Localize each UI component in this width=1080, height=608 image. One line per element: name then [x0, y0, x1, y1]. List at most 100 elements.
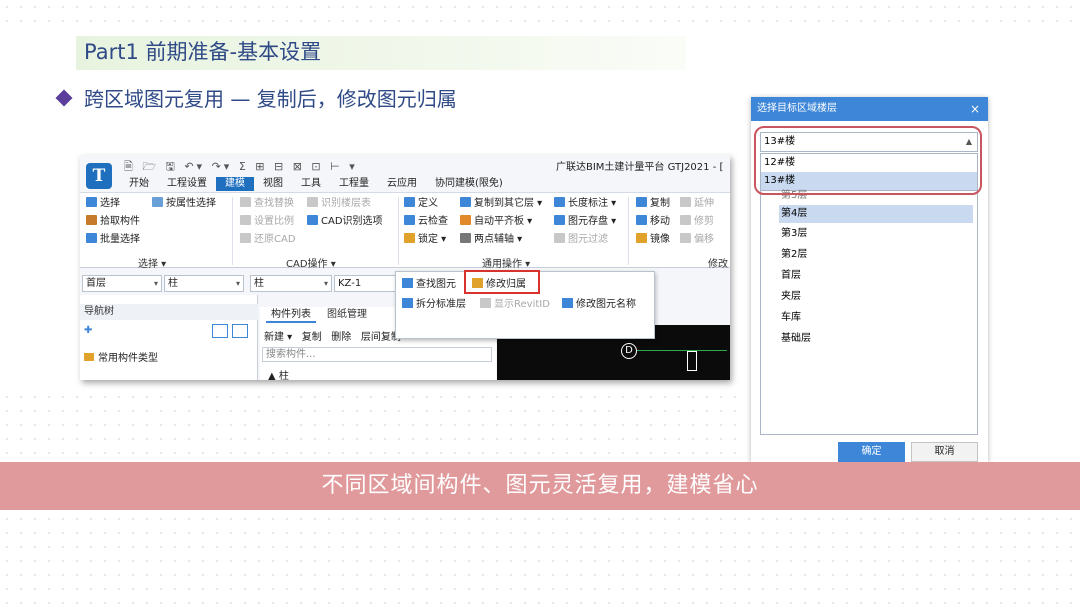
delete-button[interactable]: 删除 — [331, 332, 351, 343]
type-selector[interactable]: 柱 ▾ — [250, 275, 332, 292]
save-element-button[interactable]: 图元存盘 ▾ — [554, 215, 616, 228]
select-by-property-button[interactable]: 按属性选择 — [152, 197, 216, 210]
slide: Part1 前期准备-基本设置 跨区域图元复用 — 复制后，修改图元归属 🗎 🗁… — [0, 0, 1080, 608]
tab-drawing-management[interactable]: 图纸管理 — [322, 307, 372, 323]
ribbon-tabs: 开始 工程设置 建模 视图 工具 工程量 云应用 协同建模(限免) — [120, 177, 512, 191]
tab-project-settings[interactable]: 工程设置 — [158, 177, 216, 191]
menu-item-rename-element[interactable]: 修改图元名称 — [562, 298, 636, 311]
list-view-icon[interactable] — [212, 324, 228, 338]
revit-icon — [480, 298, 491, 308]
nav-tree-item-label: 常用构件类型 — [98, 353, 158, 364]
add-icon[interactable]: ✚ — [84, 325, 92, 336]
recognize-floor-table-label: 识别楼层表 — [321, 198, 371, 209]
cad-options-label: CAD识别选项 — [321, 216, 383, 227]
trim-icon — [680, 215, 691, 225]
menu-item-split-standard-floor[interactable]: 拆分标准层 — [402, 298, 466, 311]
tab-view[interactable]: 视图 — [254, 177, 292, 191]
general-group-label[interactable]: 通用操作 ▾ — [482, 255, 530, 270]
component-selector-value: KZ-1 — [338, 278, 362, 289]
tab-component-list[interactable]: 构件列表 — [266, 307, 316, 323]
floor-item[interactable]: 首层 — [779, 267, 973, 285]
restore-cad-label: 还原CAD — [254, 234, 296, 245]
floor-item[interactable]: 第2层 — [779, 246, 973, 264]
cad-group-label[interactable]: CAD操作 ▾ — [286, 255, 336, 270]
restore-cad-button[interactable]: 还原CAD — [240, 233, 296, 246]
category-selector-value: 柱 — [168, 278, 178, 289]
floor-item[interactable]: 车库 — [779, 309, 973, 327]
cloud-check-button[interactable]: 云检查 — [404, 215, 448, 228]
dimension-icon — [554, 197, 565, 207]
move-button[interactable]: 移动 — [636, 215, 670, 228]
filter-icon — [152, 197, 163, 207]
tab-quantity[interactable]: 工程量 — [330, 177, 378, 191]
find-icon — [240, 197, 251, 207]
floor-item-selected[interactable]: 第4层 — [779, 205, 973, 223]
mirror-label: 镜像 — [650, 234, 670, 245]
ok-button[interactable]: 确定 — [838, 442, 905, 462]
quick-access-icons[interactable]: 🗎 🗁 🖫 ↶▾ ↷▾ Σ ⊞ ⊟ ⊠ ⊡ ⊢ ▾ — [124, 158, 358, 177]
length-dimension-button[interactable]: 长度标注 ▾ — [554, 197, 616, 210]
floor-item[interactable]: 夹层 — [779, 288, 973, 306]
recognize-floor-table-button[interactable]: 识别楼层表 — [307, 197, 371, 210]
trim-button[interactable]: 修剪 — [680, 215, 714, 228]
scale-icon — [240, 215, 251, 225]
selector-bar: 首层 ▾ 柱 ▾ 柱 ▾ KZ-1 — [80, 275, 400, 293]
tab-modeling[interactable]: 建模 — [216, 177, 254, 191]
modify-group-label[interactable]: 修改 — [708, 255, 728, 270]
menu-item-find-element-label: 查找图元 — [416, 279, 456, 290]
component-search-input[interactable]: 搜索构件... — [262, 347, 492, 362]
batch-icon — [86, 233, 97, 243]
component-row[interactable]: ▲ 柱 — [268, 367, 289, 380]
select-button[interactable]: 选择 — [86, 197, 120, 210]
offset-button[interactable]: 偏移 — [680, 233, 714, 246]
auto-level-slab-button[interactable]: 自动平齐板 ▾ — [460, 215, 532, 228]
group-separator — [398, 197, 399, 265]
close-icon[interactable]: × — [970, 97, 980, 121]
nav-tree-item[interactable]: 常用构件类型 — [84, 349, 158, 364]
menu-item-show-revit-id[interactable]: 显示RevitID — [480, 298, 550, 311]
define-icon — [404, 197, 415, 207]
define-button[interactable]: 定义 — [404, 197, 438, 210]
mirror-icon — [636, 233, 647, 243]
trim-label: 修剪 — [694, 216, 714, 227]
cad-options-button[interactable]: CAD识别选项 — [307, 215, 383, 228]
new-button[interactable]: 新建 ▾ — [264, 332, 292, 343]
cancel-button[interactable]: 取消 — [911, 442, 978, 462]
length-dimension-label: 长度标注 ▾ — [568, 198, 617, 209]
app-logo-icon[interactable]: T — [86, 163, 112, 189]
menu-item-find-element[interactable]: 查找图元 — [402, 278, 456, 291]
extend-button[interactable]: 延伸 — [680, 197, 714, 210]
move-icon — [636, 215, 647, 225]
floor-selector-value: 首层 — [86, 278, 106, 289]
batch-select-button[interactable]: 批量选择 — [86, 233, 140, 246]
grid-view-icon[interactable] — [232, 324, 248, 338]
find-replace-button[interactable]: 查找替换 — [240, 197, 294, 210]
category-selector[interactable]: 柱 ▾ — [164, 275, 244, 292]
floor-item[interactable]: 基础层 — [779, 330, 973, 348]
lock-button[interactable]: 锁定 ▾ — [404, 233, 446, 246]
copy-component-button[interactable]: 复制 — [302, 332, 322, 343]
slab-icon — [460, 215, 471, 225]
restore-icon — [240, 233, 251, 243]
batch-select-label: 批量选择 — [100, 234, 140, 245]
tab-tools[interactable]: 工具 — [292, 177, 330, 191]
copy-to-other-floor-button[interactable]: 复制到其它层 ▾ — [460, 197, 542, 210]
group-separator — [232, 197, 233, 265]
lock-label: 锁定 ▾ — [418, 234, 447, 245]
copy-button[interactable]: 复制 — [636, 197, 670, 210]
floor-selector[interactable]: 首层 ▾ — [82, 275, 162, 292]
set-scale-button[interactable]: 设置比例 — [240, 215, 294, 228]
set-scale-label: 设置比例 — [254, 216, 294, 227]
tab-collab[interactable]: 协同建模(限免) — [426, 177, 512, 191]
element-filter-button[interactable]: 图元过滤 — [554, 233, 608, 246]
tab-start[interactable]: 开始 — [120, 177, 158, 191]
mirror-button[interactable]: 镜像 — [636, 233, 670, 246]
two-point-axis-button[interactable]: 两点辅轴 ▾ — [460, 233, 522, 246]
tab-cloud[interactable]: 云应用 — [378, 177, 426, 191]
select-group-label[interactable]: 选择 ▾ — [138, 255, 166, 270]
component-selector[interactable]: KZ-1 — [334, 275, 396, 292]
move-label: 移动 — [650, 216, 670, 227]
pick-icon — [86, 215, 97, 225]
floor-item[interactable]: 第3层 — [779, 225, 973, 243]
pick-component-button[interactable]: 拾取构件 — [86, 215, 140, 228]
